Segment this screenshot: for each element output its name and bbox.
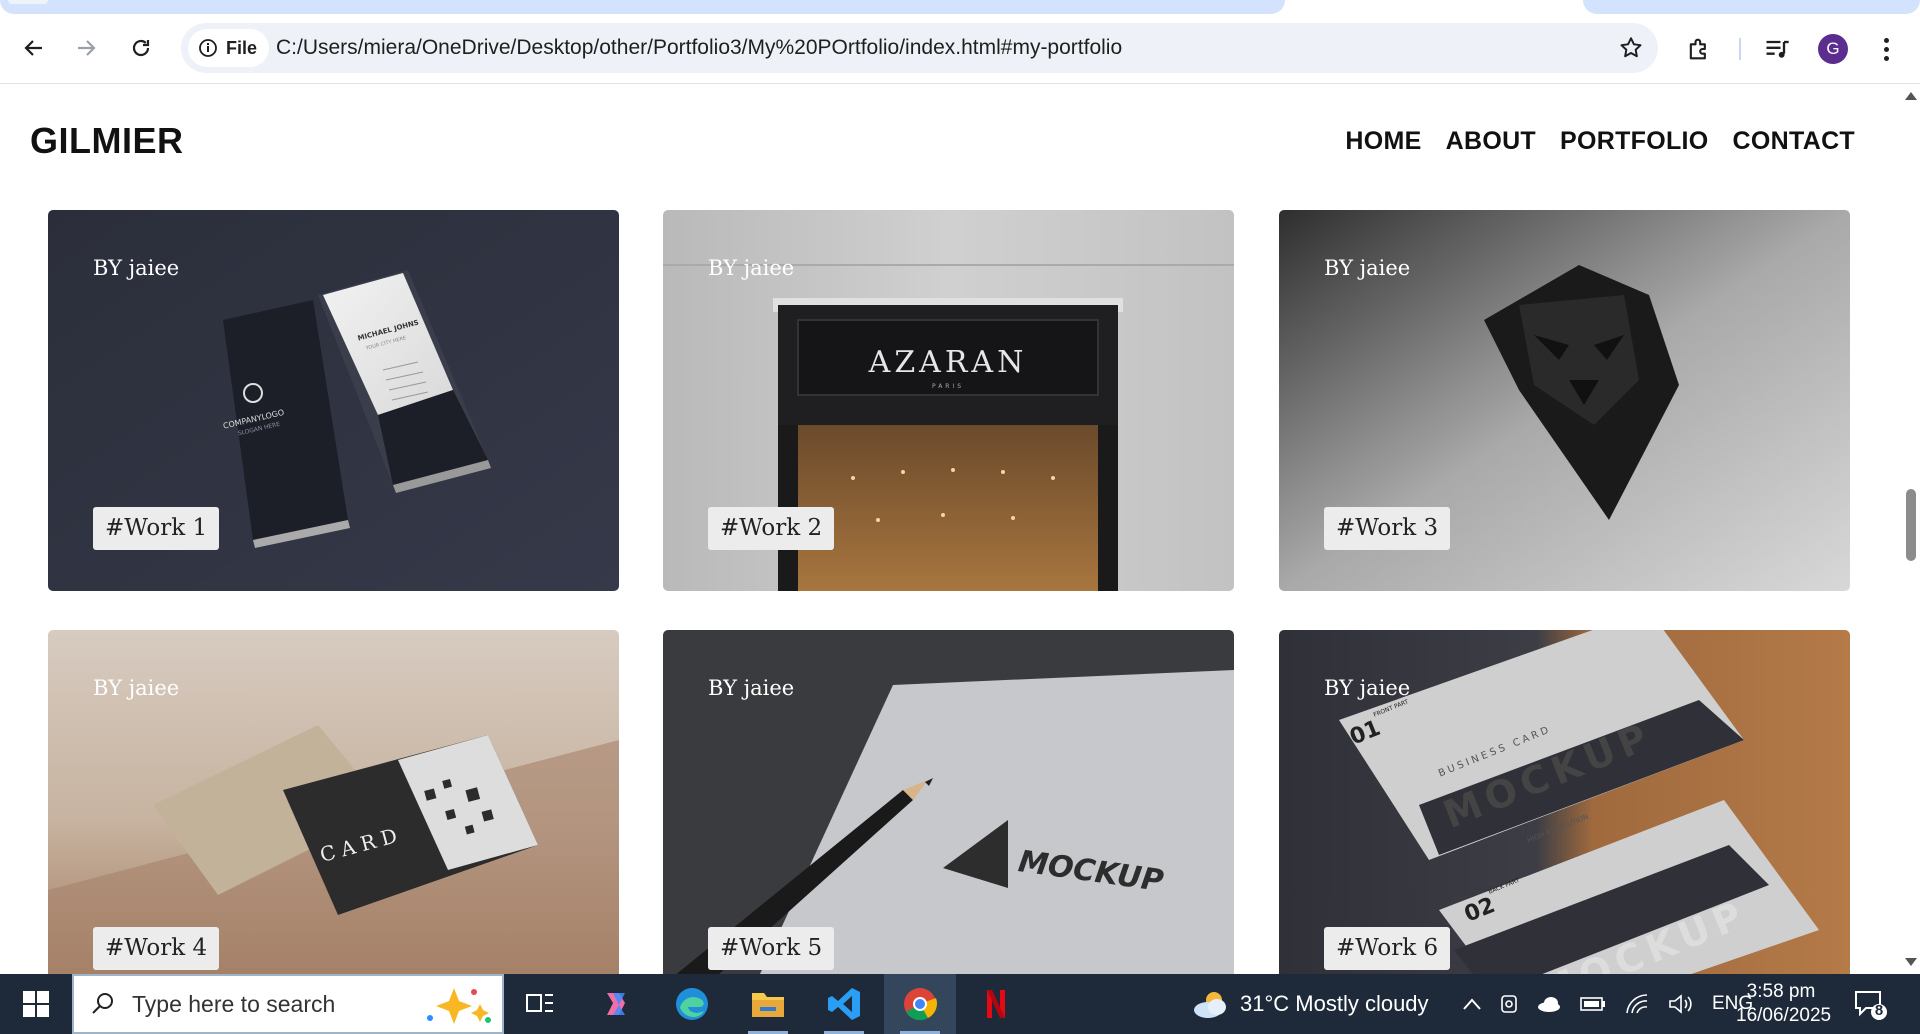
webpage-viewport: GILMIER HOME ABOUT PORTFOLIO CONTACT COM… (0, 84, 1900, 974)
clock-date: 16/06/2025 (1736, 1005, 1832, 1026)
extensions-button[interactable] (1684, 34, 1714, 64)
card-author: BY jaiee (1324, 676, 1411, 700)
task-view-icon (526, 994, 553, 1012)
netflix-icon (987, 990, 1005, 1018)
wifi-icon[interactable] (1624, 993, 1650, 1015)
work-tag[interactable]: #Work 4 (93, 927, 220, 970)
start-button[interactable] (0, 974, 72, 1034)
vscode-icon (828, 988, 860, 1020)
card-author: BY jaiee (708, 256, 795, 280)
browser-tab-right[interactable] (1583, 0, 1920, 14)
info-icon (199, 39, 217, 57)
chrome-icon (904, 988, 938, 1021)
forward-arrow-icon (78, 40, 96, 56)
forward-button[interactable] (66, 28, 106, 68)
portfolio-card-4[interactable]: CARD BY jaiee #Work 4 (48, 630, 619, 974)
bookmark-star-icon[interactable] (1618, 35, 1644, 61)
battery-icon[interactable] (1580, 996, 1606, 1012)
work-tag[interactable]: #Work 2 (708, 507, 835, 550)
nav-about[interactable]: ABOUT (1446, 127, 1536, 156)
taskbar-vscode-app[interactable] (808, 974, 880, 1034)
notification-center-button[interactable]: 8 (1852, 986, 1888, 1022)
nav-contact[interactable]: CONTACT (1733, 127, 1855, 156)
folder-icon (752, 993, 784, 1017)
system-tray: ENG (1462, 974, 1753, 1034)
cloudy-weather-icon (1194, 992, 1226, 1018)
reload-button[interactable] (121, 28, 161, 68)
toolbar-divider (1739, 38, 1741, 60)
portfolio-card-6[interactable]: MOCKUP BUSINESS CARD HIGH RESOLUTION 01 … (1279, 630, 1850, 974)
site-info-chip[interactable]: File (188, 29, 270, 67)
taskbar-clock[interactable]: 3:58 pm 16/06/2025 (1736, 980, 1832, 1028)
meet-now-icon[interactable] (1500, 993, 1518, 1015)
weather-text: 31°C Mostly cloudy (1240, 991, 1429, 1016)
profile-avatar[interactable]: G (1818, 34, 1848, 64)
back-arrow-icon (24, 40, 42, 56)
work-tag[interactable]: #Work 6 (1324, 927, 1451, 970)
search-placeholder: Type here to search (132, 990, 336, 1017)
tab-strip (0, 0, 1920, 14)
clock-time: 3:58 pm (1746, 981, 1816, 1002)
windows-logo-icon (23, 991, 49, 1017)
card-author: BY jaiee (93, 256, 180, 280)
taskbar-netflix-app[interactable] (960, 974, 1032, 1034)
browser-menu-icon[interactable] (1874, 34, 1898, 64)
puzzle-icon (1689, 38, 1706, 60)
browser-tab[interactable] (0, 0, 1285, 14)
copilot-sparkle-icon (427, 988, 491, 1024)
onedrive-cloud-icon[interactable] (1536, 995, 1562, 1013)
work-tag[interactable]: #Work 5 (708, 927, 835, 970)
chevron-up-icon[interactable] (1462, 997, 1482, 1011)
windows-taskbar: Type here to search 31°C Mostly cloudy E… (0, 974, 1920, 1034)
media-control-button[interactable] (1762, 34, 1792, 64)
volume-icon[interactable] (1668, 993, 1694, 1015)
card-author: BY jaiee (93, 676, 180, 700)
nav-portfolio[interactable]: PORTFOLIO (1560, 127, 1709, 156)
card-author: BY jaiee (1324, 256, 1411, 280)
copilot-icon (607, 993, 625, 1015)
page-scrollbar[interactable] (1900, 84, 1920, 974)
work-tag[interactable]: #Work 1 (93, 507, 220, 550)
azaran-sub-text: PARIS (932, 383, 964, 390)
search-icon (92, 993, 113, 1014)
portfolio-card-5[interactable]: MOCKUP BY jaiee #Work 5 (663, 630, 1234, 974)
site-header: GILMIER HOME ABOUT PORTFOLIO CONTACT (0, 84, 1900, 199)
portfolio-card-1[interactable]: COMPANYLOGO SLOGAN HERE MICHAEL JOHNS YO… (48, 210, 619, 591)
site-logo[interactable]: GILMIER (30, 120, 184, 162)
taskbar-search-box[interactable]: Type here to search (72, 974, 504, 1034)
reload-icon (132, 39, 150, 57)
queue-music-icon (1766, 40, 1789, 58)
card-author: BY jaiee (708, 676, 795, 700)
taskbar-copilot-app[interactable] (580, 974, 652, 1034)
edge-icon (676, 988, 708, 1020)
task-view-button[interactable] (504, 974, 576, 1034)
back-button[interactable] (14, 28, 54, 68)
taskbar-edge-app[interactable] (656, 974, 728, 1034)
address-bar[interactable]: File C:/Users/miera/OneDrive/Desktop/oth… (181, 23, 1658, 73)
tab-nub (8, 0, 48, 4)
weather-widget[interactable]: 31°C Mostly cloudy (1190, 974, 1429, 1034)
scrollbar-thumb[interactable] (1906, 489, 1916, 561)
scroll-down-arrow-icon[interactable] (1905, 958, 1917, 966)
portfolio-card-2[interactable]: AZARAN PARIS BY jaiee #Work 2 (663, 210, 1234, 591)
url-text[interactable]: C:/Users/miera/OneDrive/Desktop/other/Po… (276, 23, 1122, 73)
site-chip-label: File (226, 37, 258, 58)
notification-count: 8 (1874, 1002, 1884, 1019)
site-nav: HOME ABOUT PORTFOLIO CONTACT (1345, 127, 1855, 156)
azaran-text: AZARAN (868, 345, 1028, 380)
work-tag[interactable]: #Work 3 (1324, 507, 1451, 550)
taskbar-chrome-app[interactable] (884, 974, 956, 1034)
scroll-up-arrow-icon[interactable] (1905, 92, 1917, 100)
browser-toolbar: File C:/Users/miera/OneDrive/Desktop/oth… (0, 14, 1920, 84)
taskbar-file-explorer-app[interactable] (732, 974, 804, 1034)
nav-home[interactable]: HOME (1345, 127, 1421, 156)
portfolio-card-3[interactable]: BY jaiee #Work 3 (1279, 210, 1850, 591)
